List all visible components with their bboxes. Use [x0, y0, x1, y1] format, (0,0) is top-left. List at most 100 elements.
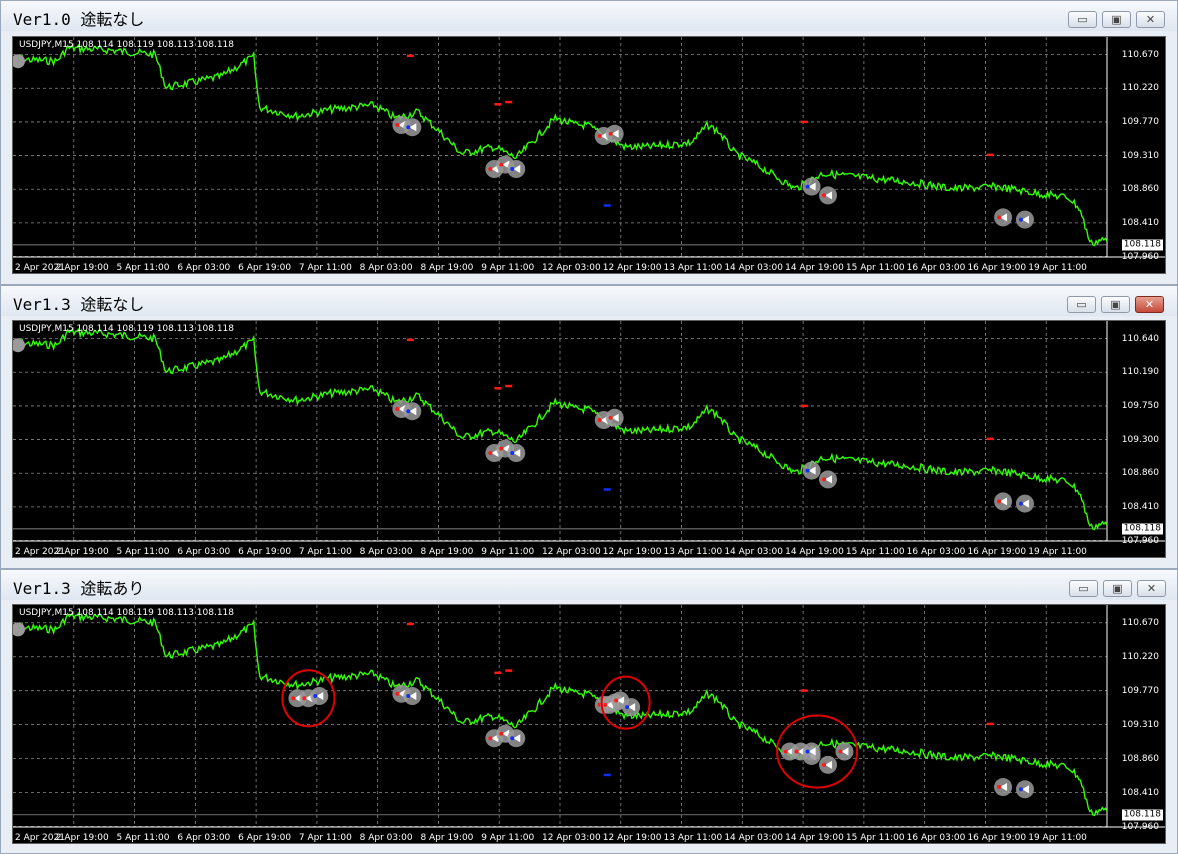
- trade-dot: [406, 409, 411, 414]
- window-titlebar[interactable]: Ver1.0 途転なし ▭ ▣ ✕: [1, 1, 1177, 31]
- trade-dot: [805, 184, 810, 189]
- chart-canvas: [13, 321, 1165, 542]
- time-tick-label: 8 Apr 03:00: [359, 263, 413, 273]
- trade-dot: [510, 451, 515, 455]
- close-button[interactable]: ✕: [1135, 296, 1164, 313]
- trade-dot: [603, 702, 608, 707]
- time-tick-label: 12 Apr 03:00: [542, 263, 601, 273]
- price-tick-label: 109.750: [1121, 400, 1159, 411]
- trade-dot: [1018, 501, 1023, 506]
- time-tick-label: 9 Apr 11:00: [481, 547, 535, 557]
- time-tick-label: 6 Apr 19:00: [238, 263, 292, 273]
- time-tick-label: 8 Apr 19:00: [420, 547, 474, 557]
- time-tick-label: 16 Apr 19:00: [967, 263, 1027, 273]
- time-tick-label: 14 Apr 19:00: [785, 833, 844, 843]
- time-tick-label: 14 Apr 03:00: [724, 547, 784, 557]
- time-tick-label: 15 Apr 11:00: [845, 263, 905, 273]
- trade-dot: [395, 123, 400, 127]
- restore-button[interactable]: ▣: [1103, 580, 1132, 597]
- price-tick-label: 107.960: [1121, 535, 1159, 546]
- trade-dot: [805, 468, 810, 473]
- sell-level-mark: [986, 437, 994, 441]
- price-chart[interactable]: USDJPY,M15 108.114 108.119 108.113 108.1…: [12, 604, 1166, 844]
- chart-window: Ver1.3 途転なし ▭ ▣ ✕ USDJPY,M15 108.114 108…: [0, 285, 1178, 569]
- trade-dot: [608, 415, 613, 420]
- time-tick-label: 12 Apr 03:00: [542, 547, 601, 557]
- time-tick-label: 19 Apr 11:00: [1028, 547, 1087, 557]
- close-button[interactable]: ✕: [1137, 580, 1166, 597]
- time-tick-label: 6 Apr 03:00: [177, 833, 231, 843]
- price-tick-label: 110.220: [1121, 83, 1159, 94]
- trade-dot: [499, 162, 504, 167]
- time-tick-label: 19 Apr 11:00: [1028, 833, 1087, 843]
- sell-level-mark: [505, 100, 513, 104]
- last-price-label: 108.118: [1121, 523, 1163, 535]
- minimize-button[interactable]: ▭: [1068, 11, 1097, 28]
- time-tick-label: 6 Apr 19:00: [238, 547, 292, 557]
- window-titlebar[interactable]: Ver1.3 途転あり ▭ ▣ ✕: [1, 570, 1177, 600]
- trade-dot: [313, 694, 318, 699]
- window-title: Ver1.0 途転なし: [13, 10, 145, 29]
- price-tick-label: 108.410: [1121, 787, 1159, 798]
- time-tick-label: 5 Apr 11:00: [116, 833, 170, 843]
- price-tick-label: 108.860: [1121, 468, 1159, 479]
- buy-level-mark: [603, 204, 611, 207]
- sell-level-mark: [494, 387, 502, 390]
- time-tick-label: 14 Apr 19:00: [785, 547, 844, 557]
- sell-level-mark: [800, 120, 808, 124]
- price-tick-label: 110.670: [1121, 49, 1159, 60]
- trade-dot: [625, 705, 630, 710]
- sell-level-mark: [494, 671, 502, 675]
- sell-level-mark: [406, 622, 414, 626]
- trade-dot: [822, 762, 827, 767]
- sell-level-mark: [505, 669, 513, 672]
- price-tick-label: 109.770: [1121, 116, 1159, 127]
- time-tick-label: 14 Apr 03:00: [724, 833, 784, 843]
- time-tick-label: 13 Apr 11:00: [663, 547, 723, 557]
- restore-button[interactable]: ▣: [1102, 11, 1131, 28]
- minimize-button[interactable]: ▭: [1067, 296, 1096, 313]
- grid: [13, 605, 1108, 827]
- price-tick-label: 108.410: [1121, 501, 1159, 512]
- window-titlebar[interactable]: Ver1.3 途転なし ▭ ▣ ✕: [1, 286, 1177, 316]
- trade-dot: [597, 418, 602, 422]
- last-price-label: 108.118: [1121, 809, 1163, 821]
- time-tick-label: 6 Apr 03:00: [177, 547, 231, 557]
- trade-dot: [488, 451, 493, 455]
- time-tick-label: 9 Apr 11:00: [481, 833, 535, 843]
- time-tick-label: 15 Apr 11:00: [845, 547, 905, 557]
- restore-button[interactable]: ▣: [1101, 296, 1130, 313]
- grid: [13, 321, 1108, 541]
- time-tick-label: 16 Apr 03:00: [906, 833, 966, 843]
- time-tick-label: 6 Apr 03:00: [177, 263, 231, 273]
- trade-dot: [805, 749, 810, 754]
- sell-level-mark: [406, 338, 414, 342]
- trade-dot: [499, 731, 504, 736]
- trade-dot: [291, 696, 296, 701]
- time-tick-label: 2 Apr 19:00: [55, 833, 109, 843]
- trade-dot: [822, 193, 827, 198]
- time-tick-label: 7 Apr 11:00: [298, 547, 352, 557]
- trade-dot: [614, 698, 619, 703]
- price-tick-label: 110.190: [1121, 367, 1159, 378]
- trade-dot: [997, 215, 1002, 220]
- price-tick-label: 109.300: [1121, 434, 1159, 445]
- close-button[interactable]: ✕: [1136, 11, 1165, 28]
- time-tick-label: 14 Apr 19:00: [785, 263, 844, 273]
- price-tick-label: 110.670: [1121, 617, 1159, 628]
- minimize-button[interactable]: ▭: [1069, 580, 1098, 597]
- trade-dot: [997, 499, 1002, 504]
- time-tick-label: 2 Apr 19:00: [55, 547, 109, 557]
- price-chart[interactable]: USDJPY,M15 108.114 108.119 108.113 108.1…: [12, 36, 1166, 274]
- price-tick-label: 109.310: [1121, 719, 1159, 730]
- price-chart[interactable]: USDJPY,M15 108.114 108.119 108.113 108.1…: [12, 320, 1166, 558]
- trade-dot: [597, 134, 602, 138]
- trade-dot: [510, 167, 515, 171]
- time-tick-label: 7 Apr 11:00: [298, 263, 352, 273]
- trade-dot: [406, 125, 411, 130]
- chart-window: Ver1.0 途転なし ▭ ▣ ✕ USDJPY,M15 108.114 108…: [0, 0, 1178, 285]
- time-tick-label: 13 Apr 11:00: [663, 263, 723, 273]
- time-tick-label: 15 Apr 11:00: [845, 833, 905, 843]
- time-tick-label: 8 Apr 19:00: [420, 263, 474, 273]
- time-tick-label: 7 Apr 11:00: [298, 833, 352, 843]
